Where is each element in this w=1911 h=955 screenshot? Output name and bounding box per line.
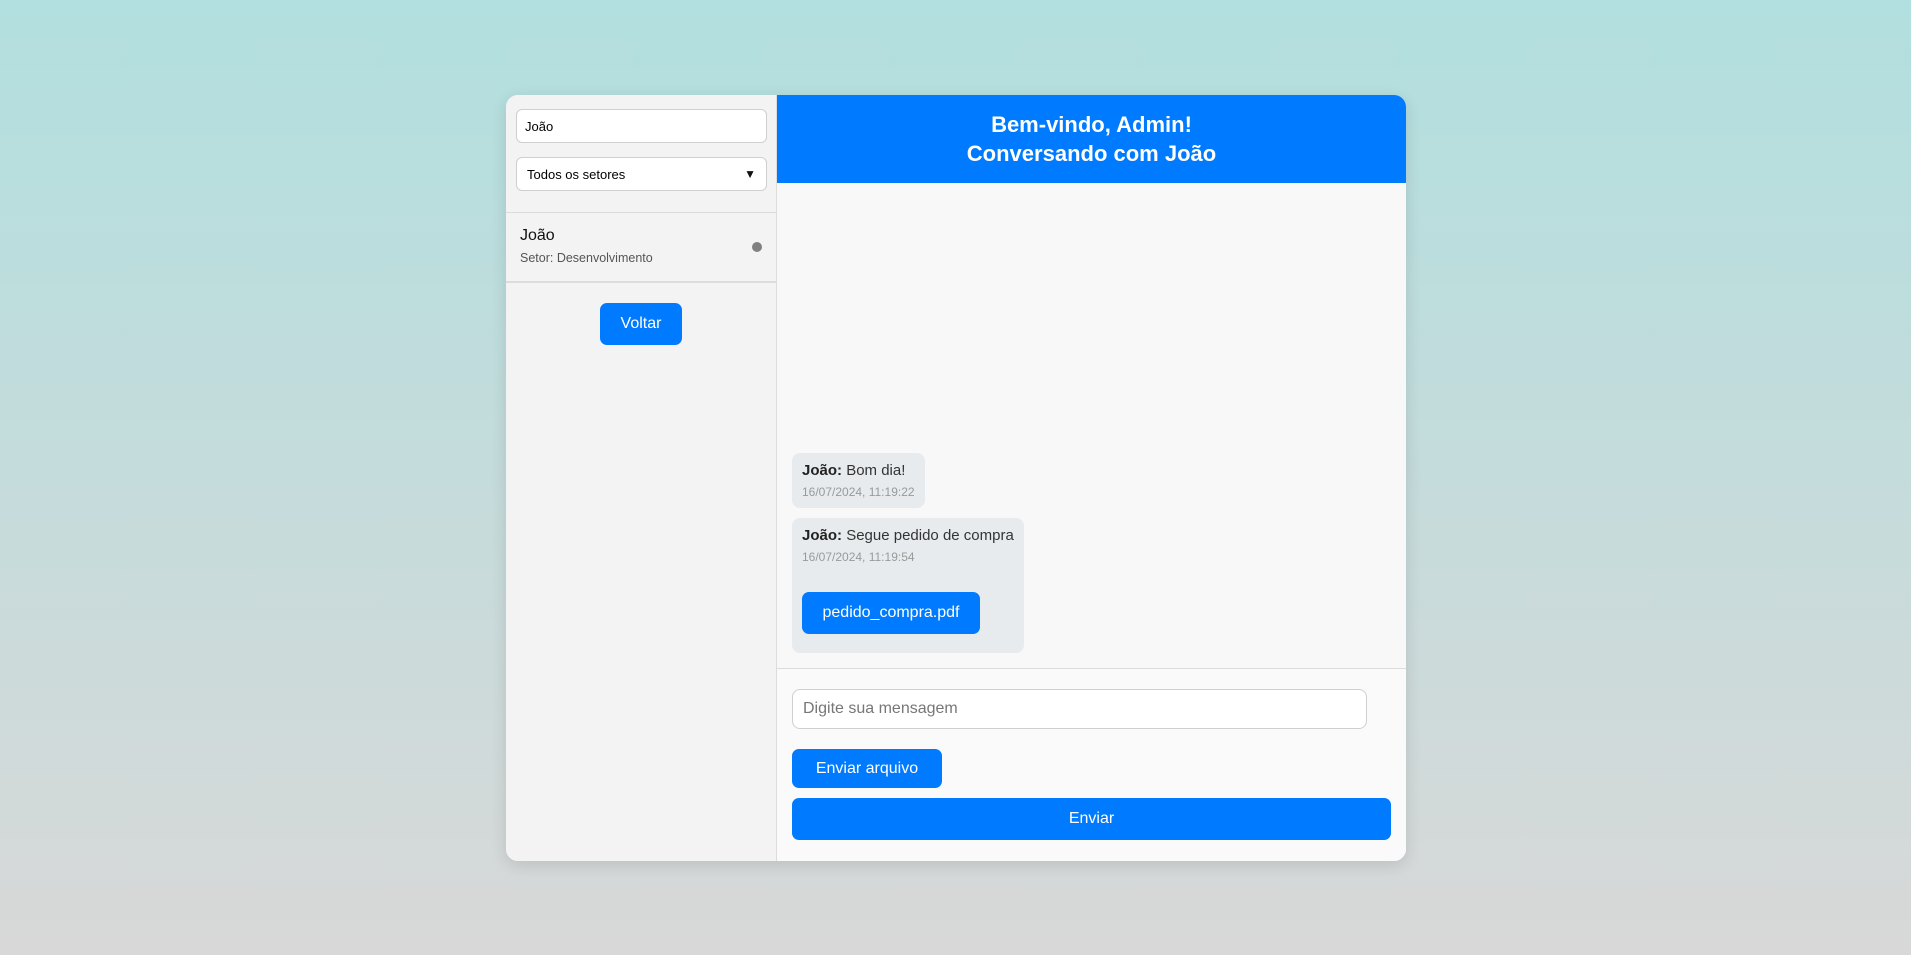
message-sender: João: <box>802 527 843 544</box>
user-item[interactable]: João Setor: Desenvolvimento <box>506 213 776 281</box>
user-sector: Setor: Desenvolvimento <box>520 251 653 265</box>
message-text: Bom dia! <box>846 462 906 479</box>
file-attachment-button[interactable]: pedido_compra.pdf <box>802 592 980 634</box>
sector-select-value: Todos os setores <box>527 166 626 182</box>
chevron-down-icon: ▼ <box>744 167 756 181</box>
message-time: 16/07/2024, 11:19:54 <box>802 550 915 564</box>
back-button[interactable]: Voltar <box>600 303 682 345</box>
sector-select[interactable]: Todos os setores ▼ <box>516 157 767 191</box>
user-name: João <box>520 227 555 244</box>
message-sender: João: <box>802 462 843 479</box>
chat-app: Todos os setores ▼ João Setor: Desenvolv… <box>506 95 1406 861</box>
message-input[interactable]: Digite sua mensagem <box>792 689 1367 729</box>
chat-header: Bem-vindo, Admin! Conversando com João <box>777 95 1406 183</box>
chat-panel: Bem-vindo, Admin! Conversando com João J… <box>777 95 1406 861</box>
attach-file-button[interactable]: Enviar arquivo <box>792 749 942 788</box>
status-dot-icon <box>752 242 762 252</box>
message-bubble: João: Bom dia! 16/07/2024, 11:19:22 <box>792 453 925 508</box>
message-bubble: João: Segue pedido de compra 16/07/2024,… <box>792 518 1024 653</box>
user-list: João Setor: Desenvolvimento <box>506 212 776 283</box>
conversation-title: Conversando com João <box>966 141 1217 166</box>
message-list[interactable]: João: Bom dia! 16/07/2024, 11:19:22 João… <box>777 183 1406 669</box>
welcome-title: Bem-vindo, Admin! <box>991 112 1192 137</box>
message-composer: Digite sua mensagem Enviar arquivo Envia… <box>777 669 1406 861</box>
message-text: Segue pedido de compra <box>846 527 1014 544</box>
message-time: 16/07/2024, 11:19:22 <box>802 485 915 499</box>
send-button[interactable]: Enviar <box>792 798 1391 840</box>
sidebar: Todos os setores ▼ João Setor: Desenvolv… <box>506 95 777 861</box>
user-search-input[interactable] <box>516 109 767 143</box>
